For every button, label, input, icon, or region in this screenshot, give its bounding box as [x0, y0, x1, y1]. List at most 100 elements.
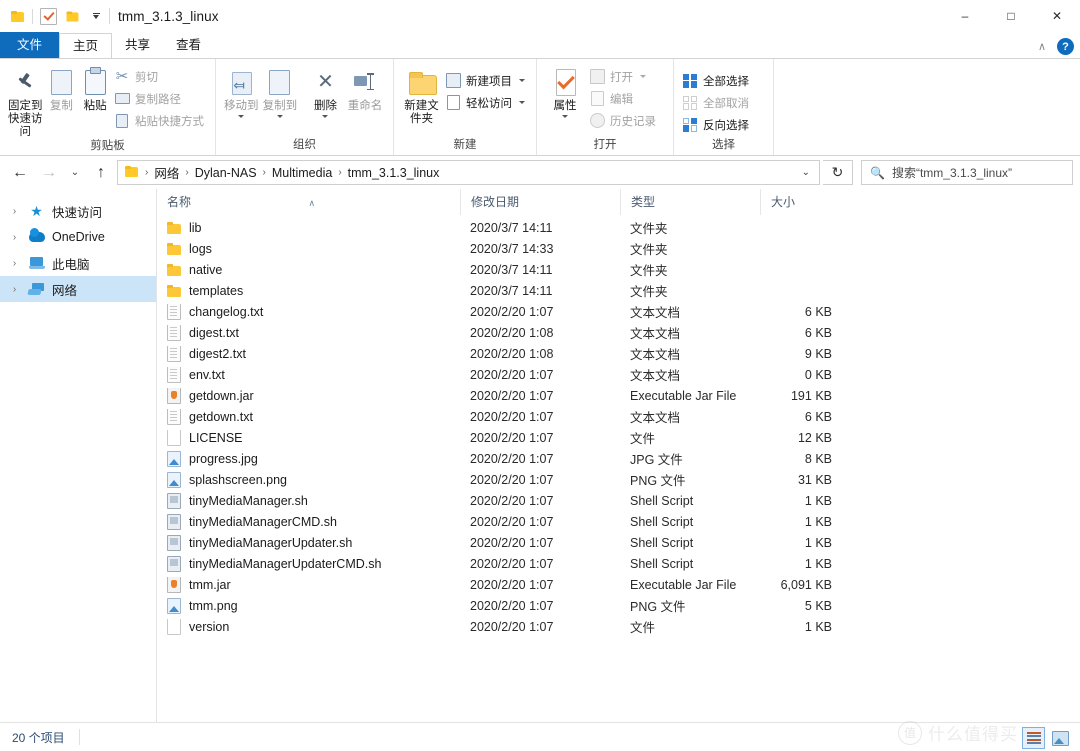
table-row[interactable]: getdown.txt 2020/2/20 1:07 文本文档 6 KB: [157, 406, 1080, 427]
sidebar-item-this-pc[interactable]: › 此电脑: [0, 250, 156, 276]
close-button[interactable]: ✕: [1034, 0, 1080, 32]
invert-selection-button[interactable]: 反向选择: [680, 114, 754, 135]
help-icon[interactable]: ?: [1057, 38, 1074, 55]
move-to-caret-icon[interactable]: [238, 115, 245, 118]
table-row[interactable]: tinyMediaManager.sh 2020/2/20 1:07 Shell S…: [157, 490, 1080, 511]
delete-caret-icon[interactable]: [322, 115, 329, 118]
history-icon: [589, 113, 605, 129]
table-row[interactable]: LICENSE 2020/2/20 1:07 文件 12 KB: [157, 427, 1080, 448]
breadcrumb[interactable]: › 网络 › Dylan-NAS › Multimedia › tmm_3.1.…: [117, 160, 820, 185]
back-button[interactable]: ←: [7, 160, 33, 185]
file-name-label: tinyMediaManager.sh: [189, 493, 308, 508]
paste-shortcut-button[interactable]: 粘贴快捷方式: [112, 110, 209, 131]
chevron-right-icon[interactable]: ›: [8, 206, 21, 217]
properties-button[interactable]: 属性: [543, 63, 587, 118]
column-name[interactable]: 名称 ∧: [157, 189, 460, 215]
forward-button[interactable]: →: [36, 160, 62, 185]
file-name-cell: tinyMediaManagerUpdater.sh: [157, 534, 460, 551]
file-name-label: tmm.png: [189, 598, 238, 613]
cut-button[interactable]: ✂ 剪切: [112, 66, 209, 87]
rename-button[interactable]: 重命名: [343, 63, 387, 113]
open-caret-icon[interactable]: [640, 75, 646, 78]
table-row[interactable]: tinyMediaManagerUpdater.sh 2020/2/20 1:07…: [157, 532, 1080, 553]
table-row[interactable]: tinyMediaManagerUpdaterCMD.sh 2020/2/20 1…: [157, 553, 1080, 574]
file-rows: lib 2020/3/7 14:11 文件夹 logs 2020/3/7 14:33 文件…: [157, 215, 1080, 722]
maximize-button[interactable]: □: [988, 0, 1034, 32]
easy-access-button[interactable]: 轻松访问: [443, 92, 530, 113]
paste-button[interactable]: 粘贴: [78, 63, 112, 113]
properties-caret-icon[interactable]: [562, 115, 568, 118]
table-row[interactable]: lib 2020/3/7 14:11 文件夹: [157, 217, 1080, 238]
table-row[interactable]: tinyMediaManagerCMD.sh 2020/2/20 1:07 Shel…: [157, 511, 1080, 532]
table-row[interactable]: digest.txt 2020/2/20 1:08 文本文档 6 KB: [157, 322, 1080, 343]
title-bar: tmm_3.1.3_linux – □ ✕: [0, 0, 1080, 32]
chevron-right-icon[interactable]: ›: [8, 284, 21, 295]
sidebar-item-quick-access[interactable]: › ★ 快速访问: [0, 198, 156, 224]
breadcrumb-dropdown-icon[interactable]: ⌄: [795, 167, 817, 178]
copy-to-caret-icon[interactable]: [276, 115, 283, 118]
properties-check-icon[interactable]: [39, 7, 57, 25]
column-date-modified[interactable]: 修改日期: [460, 189, 620, 215]
delete-button[interactable]: ✕ 删除: [308, 63, 343, 118]
tab-view[interactable]: 查看: [163, 32, 214, 58]
tab-file[interactable]: 文件: [0, 32, 60, 58]
breadcrumb-folder-icon: [124, 165, 142, 180]
pin-to-quick-access-button[interactable]: 固定到快速访问: [6, 63, 45, 139]
search-input[interactable]: 🔍 搜索“tmm_3.1.3_linux”: [861, 160, 1073, 185]
table-row[interactable]: version 2020/2/20 1:07 文件 1 KB: [157, 616, 1080, 637]
large-icons-view-button[interactable]: [1049, 727, 1072, 749]
column-type-label: 类型: [631, 195, 656, 209]
chevron-right-icon[interactable]: ›: [8, 258, 21, 269]
history-button[interactable]: 历史记录: [587, 110, 661, 131]
table-row[interactable]: getdown.jar 2020/2/20 1:07 Executable Jar …: [157, 385, 1080, 406]
up-button[interactable]: ↑: [88, 160, 114, 185]
table-row[interactable]: tmm.jar 2020/2/20 1:07 Executable Jar File…: [157, 574, 1080, 595]
refresh-button[interactable]: ↻: [823, 160, 853, 185]
paste-icon: [84, 66, 106, 97]
breadcrumb-item-current[interactable]: tmm_3.1.3_linux: [345, 166, 443, 180]
table-row[interactable]: env.txt 2020/2/20 1:07 文本文档 0 KB: [157, 364, 1080, 385]
edit-button[interactable]: 编辑: [587, 88, 661, 109]
sidebar-item-network[interactable]: › 网络: [0, 276, 156, 302]
sidebar-item-onedrive[interactable]: › OneDrive: [0, 224, 156, 250]
customize-qat-icon[interactable]: [87, 7, 105, 25]
select-none-button[interactable]: 全部取消: [680, 92, 754, 113]
copy-path-button[interactable]: 复制路径: [112, 88, 209, 109]
table-row[interactable]: digest2.txt 2020/2/20 1:08 文本文档 9 KB: [157, 343, 1080, 364]
table-row[interactable]: native 2020/3/7 14:11 文件夹: [157, 259, 1080, 280]
table-row[interactable]: templates 2020/3/7 14:11 文件夹: [157, 280, 1080, 301]
sort-ascending-icon: ∧: [308, 198, 316, 208]
open-button[interactable]: 打开: [587, 66, 661, 87]
tab-share[interactable]: 共享: [112, 32, 163, 58]
tab-home[interactable]: 主页: [59, 33, 113, 58]
breadcrumb-item-dylan-nas[interactable]: Dylan-NAS: [192, 166, 260, 180]
copy-to-button[interactable]: 复制到: [261, 63, 300, 118]
new-item-button[interactable]: 新建项目: [443, 70, 530, 91]
new-item-caret-icon[interactable]: [519, 79, 525, 82]
ribbon-filler: [773, 59, 1080, 155]
table-row[interactable]: tmm.png 2020/2/20 1:07 PNG 文件 5 KB: [157, 595, 1080, 616]
new-small-commands: 新建项目 轻松访问: [443, 63, 530, 113]
table-row[interactable]: changelog.txt 2020/2/20 1:07 文本文档 6 KB: [157, 301, 1080, 322]
column-size[interactable]: 大小: [760, 189, 850, 215]
chevron-right-icon[interactable]: ›: [8, 232, 21, 243]
chevron-up-icon[interactable]: ∧: [1038, 40, 1046, 53]
select-all-button[interactable]: 全部选择: [680, 70, 754, 91]
breadcrumb-item-network[interactable]: 网络: [151, 163, 182, 182]
table-row[interactable]: splashscreen.png 2020/2/20 1:07 PNG 文件 31 K…: [157, 469, 1080, 490]
table-row[interactable]: logs 2020/3/7 14:33 文件夹: [157, 238, 1080, 259]
new-folder-icon[interactable]: [63, 7, 81, 25]
recent-locations-button[interactable]: ⌄: [65, 160, 85, 185]
column-name-label: 名称: [167, 195, 192, 209]
file-type-cell: 文件夹: [630, 243, 668, 257]
easy-access-caret-icon[interactable]: [519, 101, 525, 104]
table-row[interactable]: progress.jpg 2020/2/20 1:07 JPG 文件 8 KB: [157, 448, 1080, 469]
minimize-button[interactable]: –: [942, 0, 988, 32]
new-folder-button[interactable]: 新建文件夹: [400, 63, 443, 126]
file-size-cell: 8 KB: [804, 451, 832, 466]
breadcrumb-item-multimedia[interactable]: Multimedia: [269, 166, 335, 180]
column-type[interactable]: 类型: [620, 189, 760, 215]
details-view-button[interactable]: [1022, 727, 1045, 749]
copy-button[interactable]: 复制: [45, 63, 79, 113]
move-to-button[interactable]: ⤆ 移动到: [222, 63, 261, 118]
